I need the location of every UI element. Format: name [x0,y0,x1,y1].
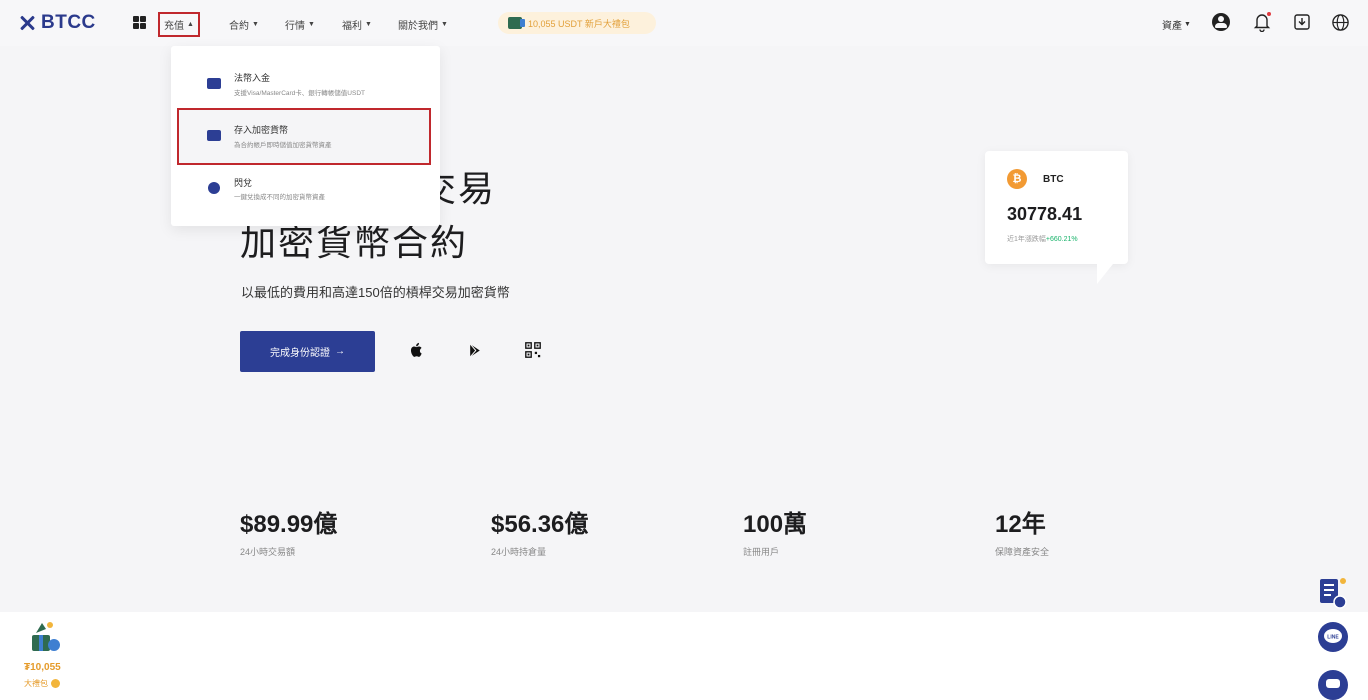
google-play-icon[interactable] [464,339,486,361]
hero-subtitle: 以最低的費用和高達150倍的槓桿交易加密貨幣 [241,285,510,300]
stat-value: $56.36億 [491,511,589,538]
gift-box-icon [32,622,60,651]
stat-value: 12年 [995,511,1046,538]
dropdown-item-desc: 為合約帳戶即時儲值加密貨幣資產 [234,142,332,149]
wallet-icon [207,130,221,141]
stat-open-interest: $56.36億 24小時持倉量 [491,504,588,558]
card-icon [207,78,221,89]
deposit-dropdown: 法幣入金 支援Visa/MasterCard卡、銀行轉帳儲值USDT 存入加密貨… [171,46,440,226]
chevron-down-icon: ▼ [441,21,448,28]
dropdown-item-crypto-deposit[interactable]: 存入加密貨幣 為合約帳戶即時儲值加密貨幣資產 [177,108,431,165]
dropdown-item-title: 閃兌 [234,178,253,188]
globe-icon[interactable] [1331,13,1350,32]
brand-logo[interactable]: BTCC [18,12,96,34]
nav-rewards[interactable]: 福利 ▼ [342,17,372,32]
verify-identity-button[interactable]: 完成身份認證 → [240,331,375,372]
line-chat-icon[interactable]: LINE [1316,620,1350,654]
dropdown-item-title: 法幣入金 [234,73,271,83]
btc-symbol: BTC [1043,174,1064,185]
chevron-down-icon: ▼ [365,21,372,28]
btcc-logo-icon [18,14,36,32]
dropdown-item-desc: 支援Visa/MasterCard卡、銀行轉帳儲值USDT [234,90,365,97]
gift-label-row: 大禮包 [24,678,60,689]
stat-label: 24小時交易額 [240,547,296,557]
stat-label: 24小時持倉量 [491,547,547,557]
dropdown-item-desc: 一鍵兌換成不同的加密貨幣資產 [234,194,325,201]
btc-change: 近1年漲跌幅+660.21% [1007,234,1078,244]
chevron-down-icon: ▼ [308,21,315,28]
bottom-section [0,612,1368,700]
support-chat-icon[interactable] [1316,668,1350,700]
nav-contracts-label: 合約 [229,21,249,32]
btc-change-label: 近1年漲跌幅 [1007,236,1046,243]
dropdown-item-title: 存入加密貨幣 [234,125,289,135]
nav-markets-label: 行情 [285,21,305,32]
stat-label: 保障資產安全 [995,547,1050,557]
nav-contracts[interactable]: 合約 ▼ [229,17,259,32]
stat-label: 註冊用戶 [743,547,780,557]
stat-volume: $89.99億 24小時交易額 [240,504,337,558]
promo-text: 10,055 USDT 新戶大禮包 [528,18,630,29]
nav-about[interactable]: 關於我們 ▼ [398,17,448,32]
download-icon[interactable] [1293,13,1311,31]
announcement-icon[interactable] [1316,575,1350,609]
gift-icon [508,17,525,29]
gift-label: 大禮包 [24,679,48,688]
assets-menu[interactable]: 資產 ▼ [1162,17,1191,32]
svg-text:LINE: LINE [1327,635,1339,641]
nav-markets[interactable]: 行情 ▼ [285,17,315,32]
apple-icon[interactable] [405,339,427,361]
brand-name: BTCC [41,12,96,33]
dropdown-item-fiat-deposit[interactable]: 法幣入金 支援Visa/MasterCard卡、銀行轉帳儲值USDT [177,60,432,108]
apps-grid-icon[interactable] [133,16,146,29]
assets-label: 資產 [1162,21,1182,32]
user-icon[interactable] [1212,13,1230,31]
btc-price: 30778.41 [1007,204,1083,224]
btc-price-card[interactable]: ₿ BTC 30778.41 近1年漲跌幅+660.21% [985,151,1128,284]
stat-users: 100萬 註冊用戶 [743,504,807,558]
nav-deposit[interactable]: 充值 ▲ [158,12,200,37]
gift-amount: ₮10,055 [24,662,61,673]
gift-widget[interactable]: ₮10,055 大禮包 [20,615,75,697]
chevron-up-icon: ▲ [187,21,194,28]
chevron-down-icon: ▼ [1184,21,1191,28]
bitcoin-icon: ₿ [1007,169,1027,189]
promo-banner[interactable]: 10,055 USDT 新戶大禮包 [498,12,656,34]
chevron-down-icon: ▼ [252,21,259,28]
top-navbar: BTCC 充值 ▲ 合約 ▼ 行情 ▼ 福利 ▼ 關於我們 ▼ 10,055 U… [0,0,1368,46]
info-dot-icon [51,679,60,688]
dropdown-item-convert[interactable]: 閃兌 一鍵兌換成不同的加密貨幣資產 [177,168,432,216]
arrow-right-icon: → [335,346,345,357]
stat-years: 12年 保障資產安全 [995,504,1049,558]
exchange-icon [208,182,220,194]
cta-label: 完成身份認證 [270,348,330,359]
notification-dot [1267,12,1271,16]
stat-value: $89.99億 [240,511,338,538]
nav-rewards-label: 福利 [342,21,362,32]
bell-icon[interactable] [1253,12,1271,33]
qr-code-icon[interactable] [522,339,544,361]
nav-about-label: 關於我們 [398,21,438,32]
stat-value: 100萬 [743,511,808,538]
btc-change-value: +660.21% [1045,236,1078,243]
nav-deposit-label: 充值 [164,21,184,32]
